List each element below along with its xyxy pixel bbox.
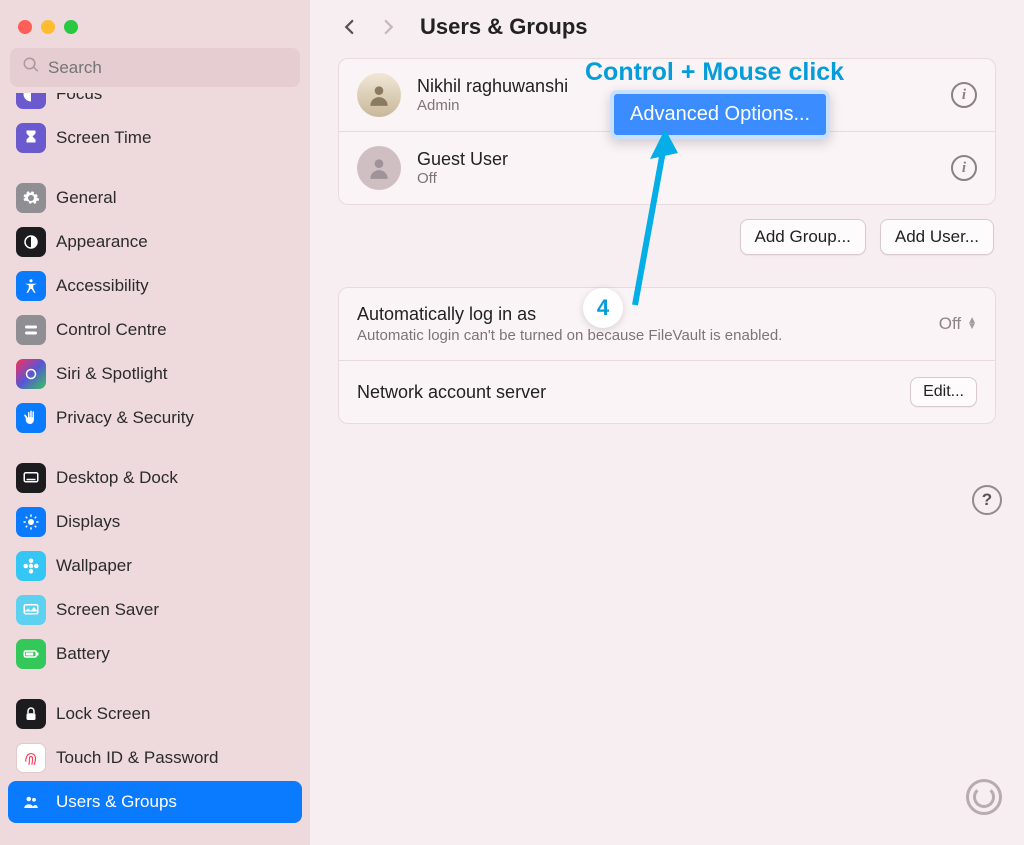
focus-icon [16,93,46,109]
sidebar-item-label: Touch ID & Password [56,748,219,768]
sidebar-item-control-centre[interactable]: Control Centre [8,309,302,351]
header: Users & Groups [338,14,996,40]
user-name: Guest User [417,149,508,170]
sidebar-item-label: Users & Groups [56,792,177,812]
setting-network-account-server: Network account server Edit... [339,360,995,423]
info-button[interactable]: i [951,82,977,108]
sidebar-item-label: Privacy & Security [56,408,194,428]
user-actions: Add Group... Add User... [340,219,994,255]
siri-icon [16,359,46,389]
sidebar-item-label: Accessibility [56,276,149,296]
accessibility-icon [16,271,46,301]
sidebar-item-label: Displays [56,512,120,532]
search-icon [22,56,40,79]
dock-icon [16,463,46,493]
fingerprint-icon [16,743,46,773]
setting-title: Automatically log in as [357,304,782,325]
sidebar-item-label: Screen Saver [56,600,159,620]
flower-icon [16,551,46,581]
sidebar-item-lock-screen[interactable]: Lock Screen [8,693,302,735]
setting-subtitle: Automatic login can't be turned on becau… [357,327,782,344]
sidebar-item-screen-time[interactable]: Screen Time [8,117,302,159]
settings-card: Automatically log in as Automatic login … [338,287,996,424]
page-title: Users & Groups [420,14,588,40]
appearance-icon [16,227,46,257]
lock-icon [16,699,46,729]
chevron-updown-icon: ▲▼ [967,318,977,330]
user-name: Nikhil raghuwanshi [417,76,568,97]
sidebar-nav: Focus Screen Time General Appearance Acc… [0,93,310,835]
sidebar-item-label: General [56,188,116,208]
sidebar-item-label: Control Centre [56,320,167,340]
sidebar-item-siri-spotlight[interactable]: Siri & Spotlight [8,353,302,395]
annotation-hint: Control + Mouse click [585,58,844,87]
sidebar-item-battery[interactable]: Battery [8,633,302,675]
watermark-icon [966,779,1002,815]
sidebar-item-screen-saver[interactable]: Screen Saver [8,589,302,631]
window-traffic-lights [0,10,310,48]
help-button[interactable]: ? [972,485,1002,515]
sidebar-item-label: Battery [56,644,110,664]
sidebar-item-label: Wallpaper [56,556,132,576]
users-icon [16,787,46,817]
info-button[interactable]: i [951,155,977,181]
add-group-button[interactable]: Add Group... [740,219,866,255]
sidebar-item-touch-id[interactable]: Touch ID & Password [8,737,302,779]
hourglass-icon [16,123,46,153]
avatar [357,146,401,190]
search-field[interactable] [10,48,300,87]
auto-login-value: Off [939,314,961,334]
gear-icon [16,183,46,213]
sidebar-item-label: Siri & Spotlight [56,364,168,384]
screensaver-icon [16,595,46,625]
fullscreen-icon[interactable] [64,20,78,34]
sidebar-item-label: Desktop & Dock [56,468,178,488]
sidebar: Focus Screen Time General Appearance Acc… [0,0,310,845]
main-panel: Users & Groups Nikhil raghuwanshi Admin … [310,0,1024,845]
setting-auto-login: Automatically log in as Automatic login … [339,288,995,360]
avatar [357,73,401,117]
sidebar-item-label: Appearance [56,232,148,252]
sidebar-item-label: Screen Time [56,128,151,148]
minimize-icon[interactable] [41,20,55,34]
setting-title: Network account server [357,382,546,403]
advanced-options-menu-item[interactable]: Advanced Options... [610,90,830,139]
search-input[interactable] [48,58,288,78]
sidebar-item-displays[interactable]: Displays [8,501,302,543]
control-centre-icon [16,315,46,345]
sidebar-item-wallpaper[interactable]: Wallpaper [8,545,302,587]
auto-login-selector[interactable]: Off ▲▼ [939,314,977,334]
sidebar-item-label: Focus [56,93,102,104]
sidebar-item-appearance[interactable]: Appearance [8,221,302,263]
sun-icon [16,507,46,537]
edit-button[interactable]: Edit... [910,377,977,407]
sidebar-item-label: Lock Screen [56,704,151,724]
user-row[interactable]: Guest User Off i [339,131,995,204]
user-role: Off [417,170,508,187]
hand-icon [16,403,46,433]
battery-icon [16,639,46,669]
user-role: Admin [417,97,568,114]
forward-button[interactable] [376,15,400,39]
sidebar-item-focus[interactable]: Focus [8,93,302,115]
sidebar-item-general[interactable]: General [8,177,302,219]
add-user-button[interactable]: Add User... [880,219,994,255]
annotation-step-badge: 4 [583,288,623,328]
sidebar-item-desktop-dock[interactable]: Desktop & Dock [8,457,302,499]
sidebar-item-users-groups[interactable]: Users & Groups [8,781,302,823]
sidebar-item-privacy-security[interactable]: Privacy & Security [8,397,302,439]
back-button[interactable] [338,15,362,39]
close-icon[interactable] [18,20,32,34]
sidebar-item-accessibility[interactable]: Accessibility [8,265,302,307]
